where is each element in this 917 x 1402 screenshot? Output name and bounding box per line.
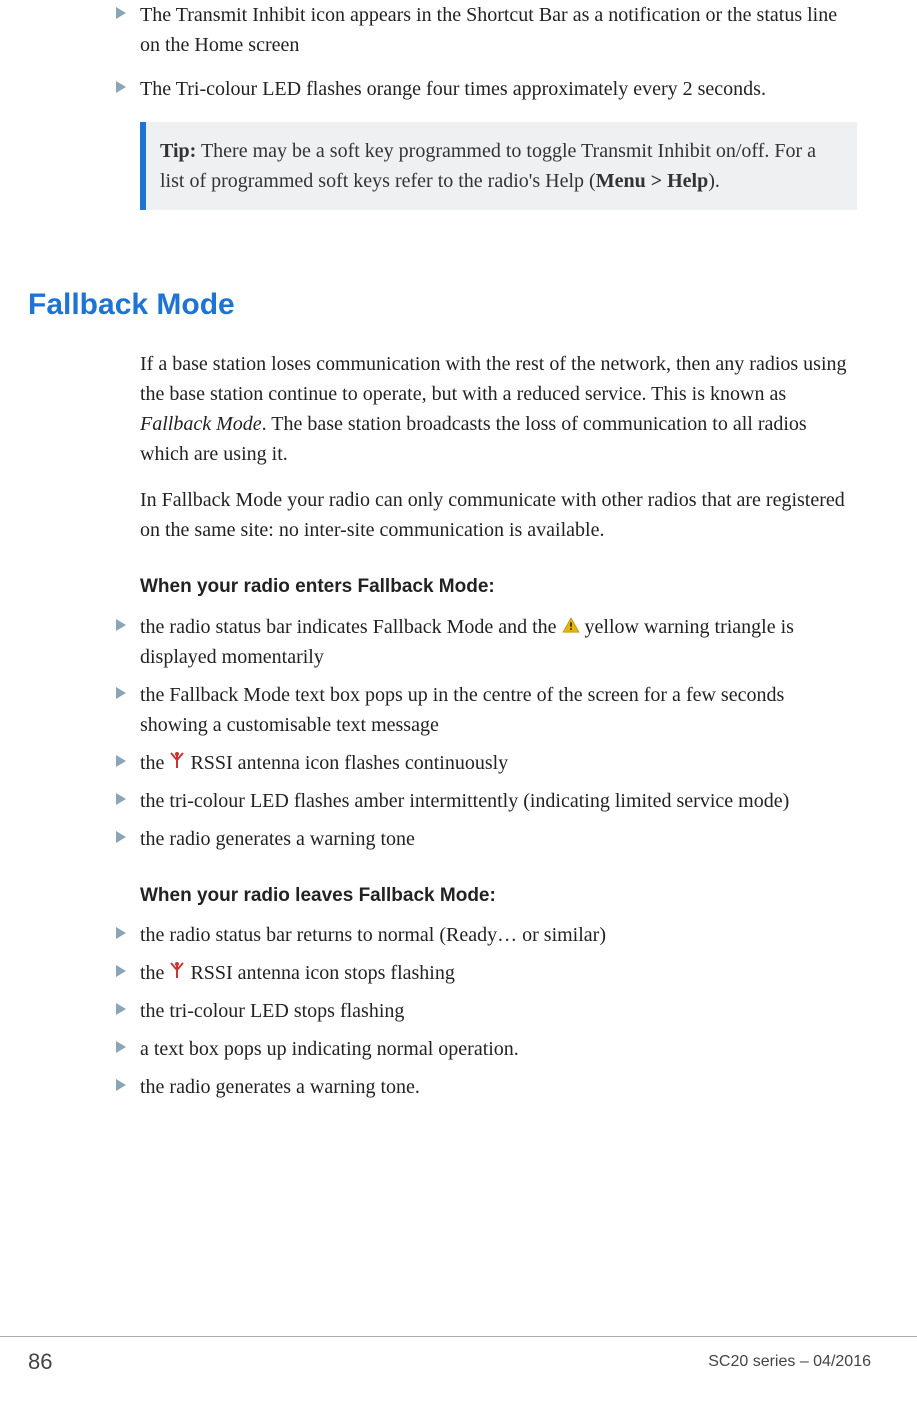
list-item-text: the bbox=[140, 962, 169, 984]
list-item-text: the radio generates a warning tone. bbox=[140, 1076, 420, 1098]
top-bullet-list: The Transmit Inhibit icon appears in the… bbox=[140, 0, 857, 104]
list-item-text: The Tri-colour LED flashes orange four t… bbox=[140, 78, 766, 100]
list-item-text: the radio status bar indicates Fallback … bbox=[140, 616, 562, 638]
tip-box: Tip: There may be a soft key programmed … bbox=[140, 122, 857, 210]
list-item-text: RSSI antenna icon stops flashing bbox=[190, 962, 454, 984]
list-item-text: the tri-colour LED flashes amber intermi… bbox=[140, 790, 789, 812]
paragraph: If a base station loses communication wi… bbox=[140, 349, 857, 469]
list-item-text: the radio generates a warning tone bbox=[140, 828, 415, 850]
list-item-text: RSSI antenna icon flashes continuously bbox=[190, 752, 508, 774]
page: The Transmit Inhibit icon appears in the… bbox=[0, 0, 917, 1102]
list-item-text: The Transmit Inhibit icon appears in the… bbox=[140, 4, 837, 56]
section-body: If a base station loses communication wi… bbox=[140, 349, 857, 1102]
bullet-triangle-icon bbox=[116, 7, 126, 19]
bullet-triangle-icon bbox=[116, 1079, 126, 1091]
tip-text-after: ). bbox=[708, 170, 720, 192]
subheading-enters: When your radio enters Fallback Mode: bbox=[140, 573, 857, 602]
subheading-leaves: When your radio leaves Fallback Mode: bbox=[140, 882, 857, 911]
list-item: the radio generates a warning tone. bbox=[140, 1072, 857, 1102]
bullet-triangle-icon bbox=[116, 965, 126, 977]
tip-menu-path: Menu > Help bbox=[596, 170, 709, 192]
tip-container: Tip: There may be a soft key programmed … bbox=[140, 122, 857, 210]
list-item: the tri-colour LED stops flashing bbox=[140, 996, 857, 1026]
footer-series: SC20 series – 04/2016 bbox=[708, 1350, 871, 1374]
list-item-text: the tri-colour LED stops flashing bbox=[140, 1000, 404, 1022]
list-item: the RSSI antenna icon stops flashing bbox=[140, 958, 857, 988]
enter-bullet-list: the radio status bar indicates Fallback … bbox=[140, 612, 857, 854]
bullet-triangle-icon bbox=[116, 927, 126, 939]
bullet-triangle-icon bbox=[116, 755, 126, 767]
list-item: the tri-colour LED flashes amber intermi… bbox=[140, 786, 857, 816]
list-item: the radio status bar indicates Fallback … bbox=[140, 612, 857, 672]
list-item-text: the Fallback Mode text box pops up in th… bbox=[140, 684, 784, 736]
paragraph-text: If a base station loses communication wi… bbox=[140, 353, 847, 405]
list-item-text: the radio status bar returns to normal (… bbox=[140, 924, 606, 946]
list-item: the RSSI antenna icon flashes continuous… bbox=[140, 748, 857, 778]
term-fallback-mode: Fallback Mode bbox=[140, 413, 262, 435]
list-item-text: the bbox=[140, 752, 169, 774]
bullet-triangle-icon bbox=[116, 687, 126, 699]
list-item: the radio status bar returns to normal (… bbox=[140, 920, 857, 950]
antenna-icon bbox=[169, 958, 185, 976]
antenna-icon bbox=[169, 748, 185, 766]
list-item: The Transmit Inhibit icon appears in the… bbox=[140, 0, 857, 60]
list-item: the Fallback Mode text box pops up in th… bbox=[140, 680, 857, 740]
bullet-triangle-icon bbox=[116, 831, 126, 843]
bullet-triangle-icon bbox=[116, 1041, 126, 1053]
bullet-triangle-icon bbox=[116, 81, 126, 93]
list-item: a text box pops up indicating normal ope… bbox=[140, 1034, 857, 1064]
section-heading-fallback-mode: Fallback Mode bbox=[28, 282, 869, 327]
bullet-triangle-icon bbox=[116, 793, 126, 805]
bullet-triangle-icon bbox=[116, 1003, 126, 1015]
list-item: The Tri-colour LED flashes orange four t… bbox=[140, 74, 857, 104]
list-item-text: a text box pops up indicating normal ope… bbox=[140, 1038, 519, 1060]
bullet-triangle-icon bbox=[116, 619, 126, 631]
paragraph: In Fallback Mode your radio can only com… bbox=[140, 485, 857, 545]
list-item: the radio generates a warning tone bbox=[140, 824, 857, 854]
page-footer: 86 SC20 series – 04/2016 bbox=[0, 1336, 917, 1378]
warning-triangle-icon bbox=[562, 617, 580, 633]
tip-label: Tip: bbox=[160, 140, 196, 162]
page-number: 86 bbox=[28, 1345, 52, 1378]
leave-bullet-list: the radio status bar returns to normal (… bbox=[140, 920, 857, 1102]
